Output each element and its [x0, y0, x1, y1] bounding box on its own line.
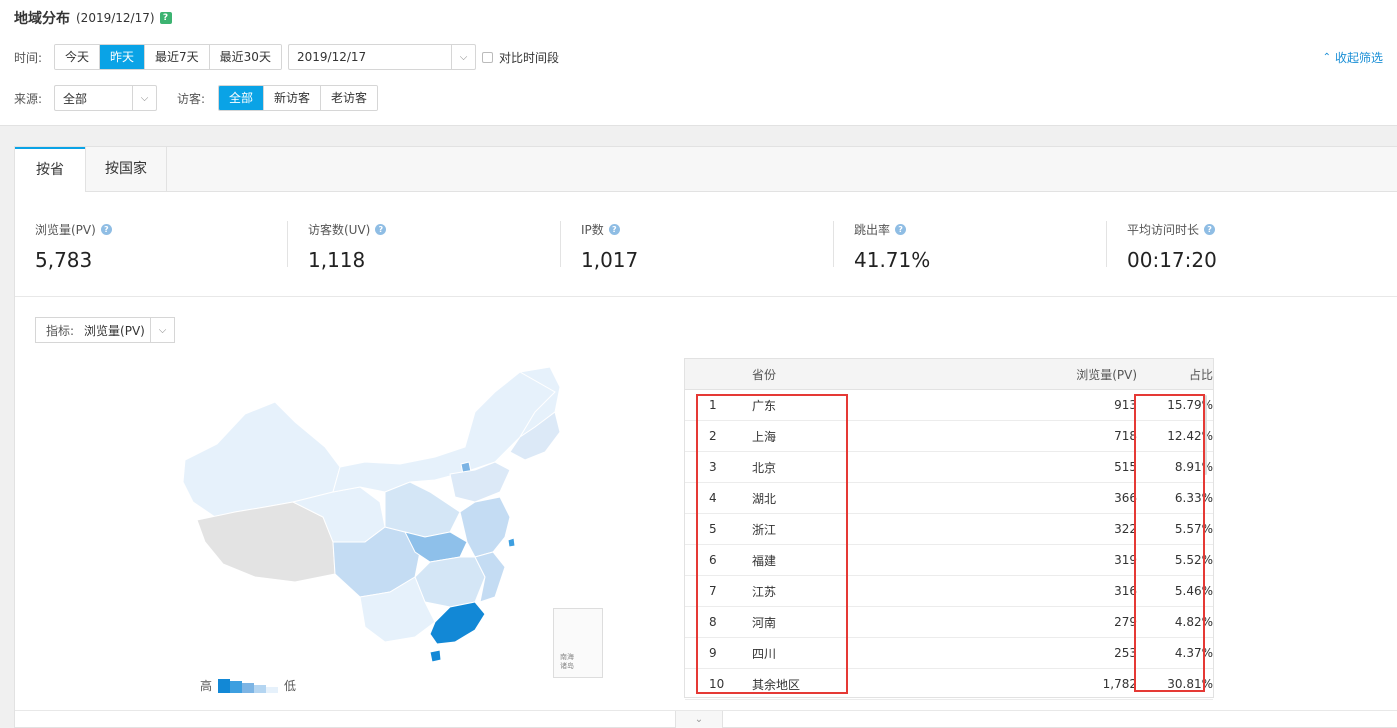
metric-value: 1,118 [308, 248, 366, 272]
visitor-button-returning[interactable]: 老访客 [321, 86, 378, 110]
legend-gradient [218, 678, 279, 693]
visitor-button-new[interactable]: 新访客 [264, 86, 322, 110]
china-map [182, 366, 561, 663]
table-header: 省份 浏览量(PV) 占比 [685, 359, 1213, 390]
help-icon[interactable]: ? [1204, 224, 1216, 235]
chevron-down-icon: ⌵ [150, 318, 174, 342]
source-select[interactable]: 全部 ⌵ [54, 85, 157, 111]
metric-select-label: 指标: [46, 323, 75, 338]
highlight-box-province [696, 394, 848, 694]
metric-ip: IP数? 1,017 [561, 193, 834, 296]
date-select-value: 2019/12/17 [297, 50, 367, 64]
visitor-button-all[interactable]: 全部 [219, 86, 265, 110]
chevron-down-icon: ⌵ [451, 45, 475, 69]
chevron-down-icon: ⌵ [132, 86, 156, 110]
help-icon[interactable]: ? [608, 224, 620, 235]
compare-label: 对比时间段 [499, 51, 560, 65]
metric-uv: 访客数(UV)? 1,118 [288, 193, 561, 296]
tab-bar: 按省 按国家 [15, 147, 1397, 193]
help-icon[interactable]: ? [100, 224, 112, 235]
map-region[interactable] [507, 537, 516, 548]
collapse-filter-link[interactable]: ⌃ 收起筛选 [1323, 49, 1383, 66]
visitor-button-group: 全部 新访客 老访客 [218, 85, 379, 111]
help-icon[interactable]: ? [895, 224, 907, 235]
metric-bounce-rate: 跳出率? 41.71% [834, 193, 1107, 296]
date-select[interactable]: 2019/12/17 ⌵ [288, 44, 476, 70]
inset-label: 南海 [560, 653, 574, 661]
page-title-date: (2019/12/17) [76, 11, 155, 25]
inset-label: 诸岛 [560, 662, 574, 670]
time-button-yesterday[interactable]: 昨天 [100, 45, 146, 69]
column-header-province[interactable]: 省份 [734, 366, 934, 383]
compare-toggle[interactable]: 对比时间段 [482, 49, 559, 66]
compare-checkbox[interactable] [482, 52, 493, 63]
help-icon[interactable]: ? [159, 12, 172, 24]
map-region[interactable] [429, 649, 442, 663]
map-region[interactable] [414, 556, 486, 608]
south-china-sea-inset: 南海 诸岛 [553, 608, 603, 678]
metric-select[interactable]: 指标: 浏览量(PV) ⌵ [35, 317, 175, 343]
title-row: 地域分布 (2019/12/17) ? [14, 8, 172, 28]
metric-label: 浏览量(PV) [35, 223, 96, 237]
map-region[interactable] [384, 481, 461, 538]
source-label: 来源: [14, 92, 43, 106]
collapse-filter-label: 收起筛选 [1334, 51, 1383, 65]
metric-value: 1,017 [581, 248, 639, 272]
map-region[interactable] [459, 496, 511, 558]
metric-avg-duration: 平均访问时长? 00:17:20 [1107, 193, 1380, 296]
metric-label: 跳出率 [854, 223, 891, 237]
map-legend: 高 低 [200, 677, 296, 694]
metric-value: 41.71% [854, 248, 931, 272]
highlight-box-ratio [1134, 394, 1205, 692]
page-title: 地域分布 [14, 11, 70, 27]
tab-by-province[interactable]: 按省 [15, 147, 85, 193]
map-region[interactable] [332, 366, 556, 493]
time-label: 时间: [14, 51, 43, 65]
metric-value: 5,783 [35, 248, 93, 272]
region-card: 按省 按国家 浏览量(PV)? 5,783 访客数(UV)? 1,118 IP数… [14, 146, 1397, 728]
legend-high-label: 高 [200, 679, 213, 693]
source-select-value: 全部 [63, 91, 88, 106]
help-icon[interactable]: ? [375, 224, 387, 235]
time-button-30days[interactable]: 最近30天 [209, 45, 281, 69]
visitor-label: 访客: [177, 92, 206, 106]
metric-pv: 浏览量(PV)? 5,783 [15, 193, 288, 296]
metric-value: 00:17:20 [1127, 248, 1217, 272]
metric-label: 平均访问时长 [1127, 223, 1200, 237]
legend-low-label: 低 [284, 679, 297, 693]
column-header-ratio[interactable]: 占比 [1137, 366, 1213, 383]
time-button-today[interactable]: 今天 [55, 45, 101, 69]
map-region[interactable] [429, 601, 486, 645]
time-button-7days[interactable]: 最近7天 [145, 45, 210, 69]
column-header-pv[interactable]: 浏览量(PV) [934, 366, 1137, 383]
metrics-row: 浏览量(PV)? 5,783 访客数(UV)? 1,118 IP数? 1,017… [15, 193, 1397, 297]
metric-label: IP数 [581, 223, 604, 237]
filter-panel: 地域分布 (2019/12/17) ? 时间: 今天 昨天 最近7天 最近30天… [0, 0, 1397, 126]
tab-by-country[interactable]: 按国家 [85, 147, 167, 192]
metric-label: 访客数(UV) [308, 223, 371, 237]
metric-select-value: 浏览量(PV) [84, 323, 145, 338]
time-button-group: 今天 昨天 最近7天 最近30天 [54, 44, 282, 70]
chevron-up-icon: ⌃ [1322, 52, 1331, 63]
expand-chevron-icon[interactable]: ⌄ [675, 711, 723, 728]
